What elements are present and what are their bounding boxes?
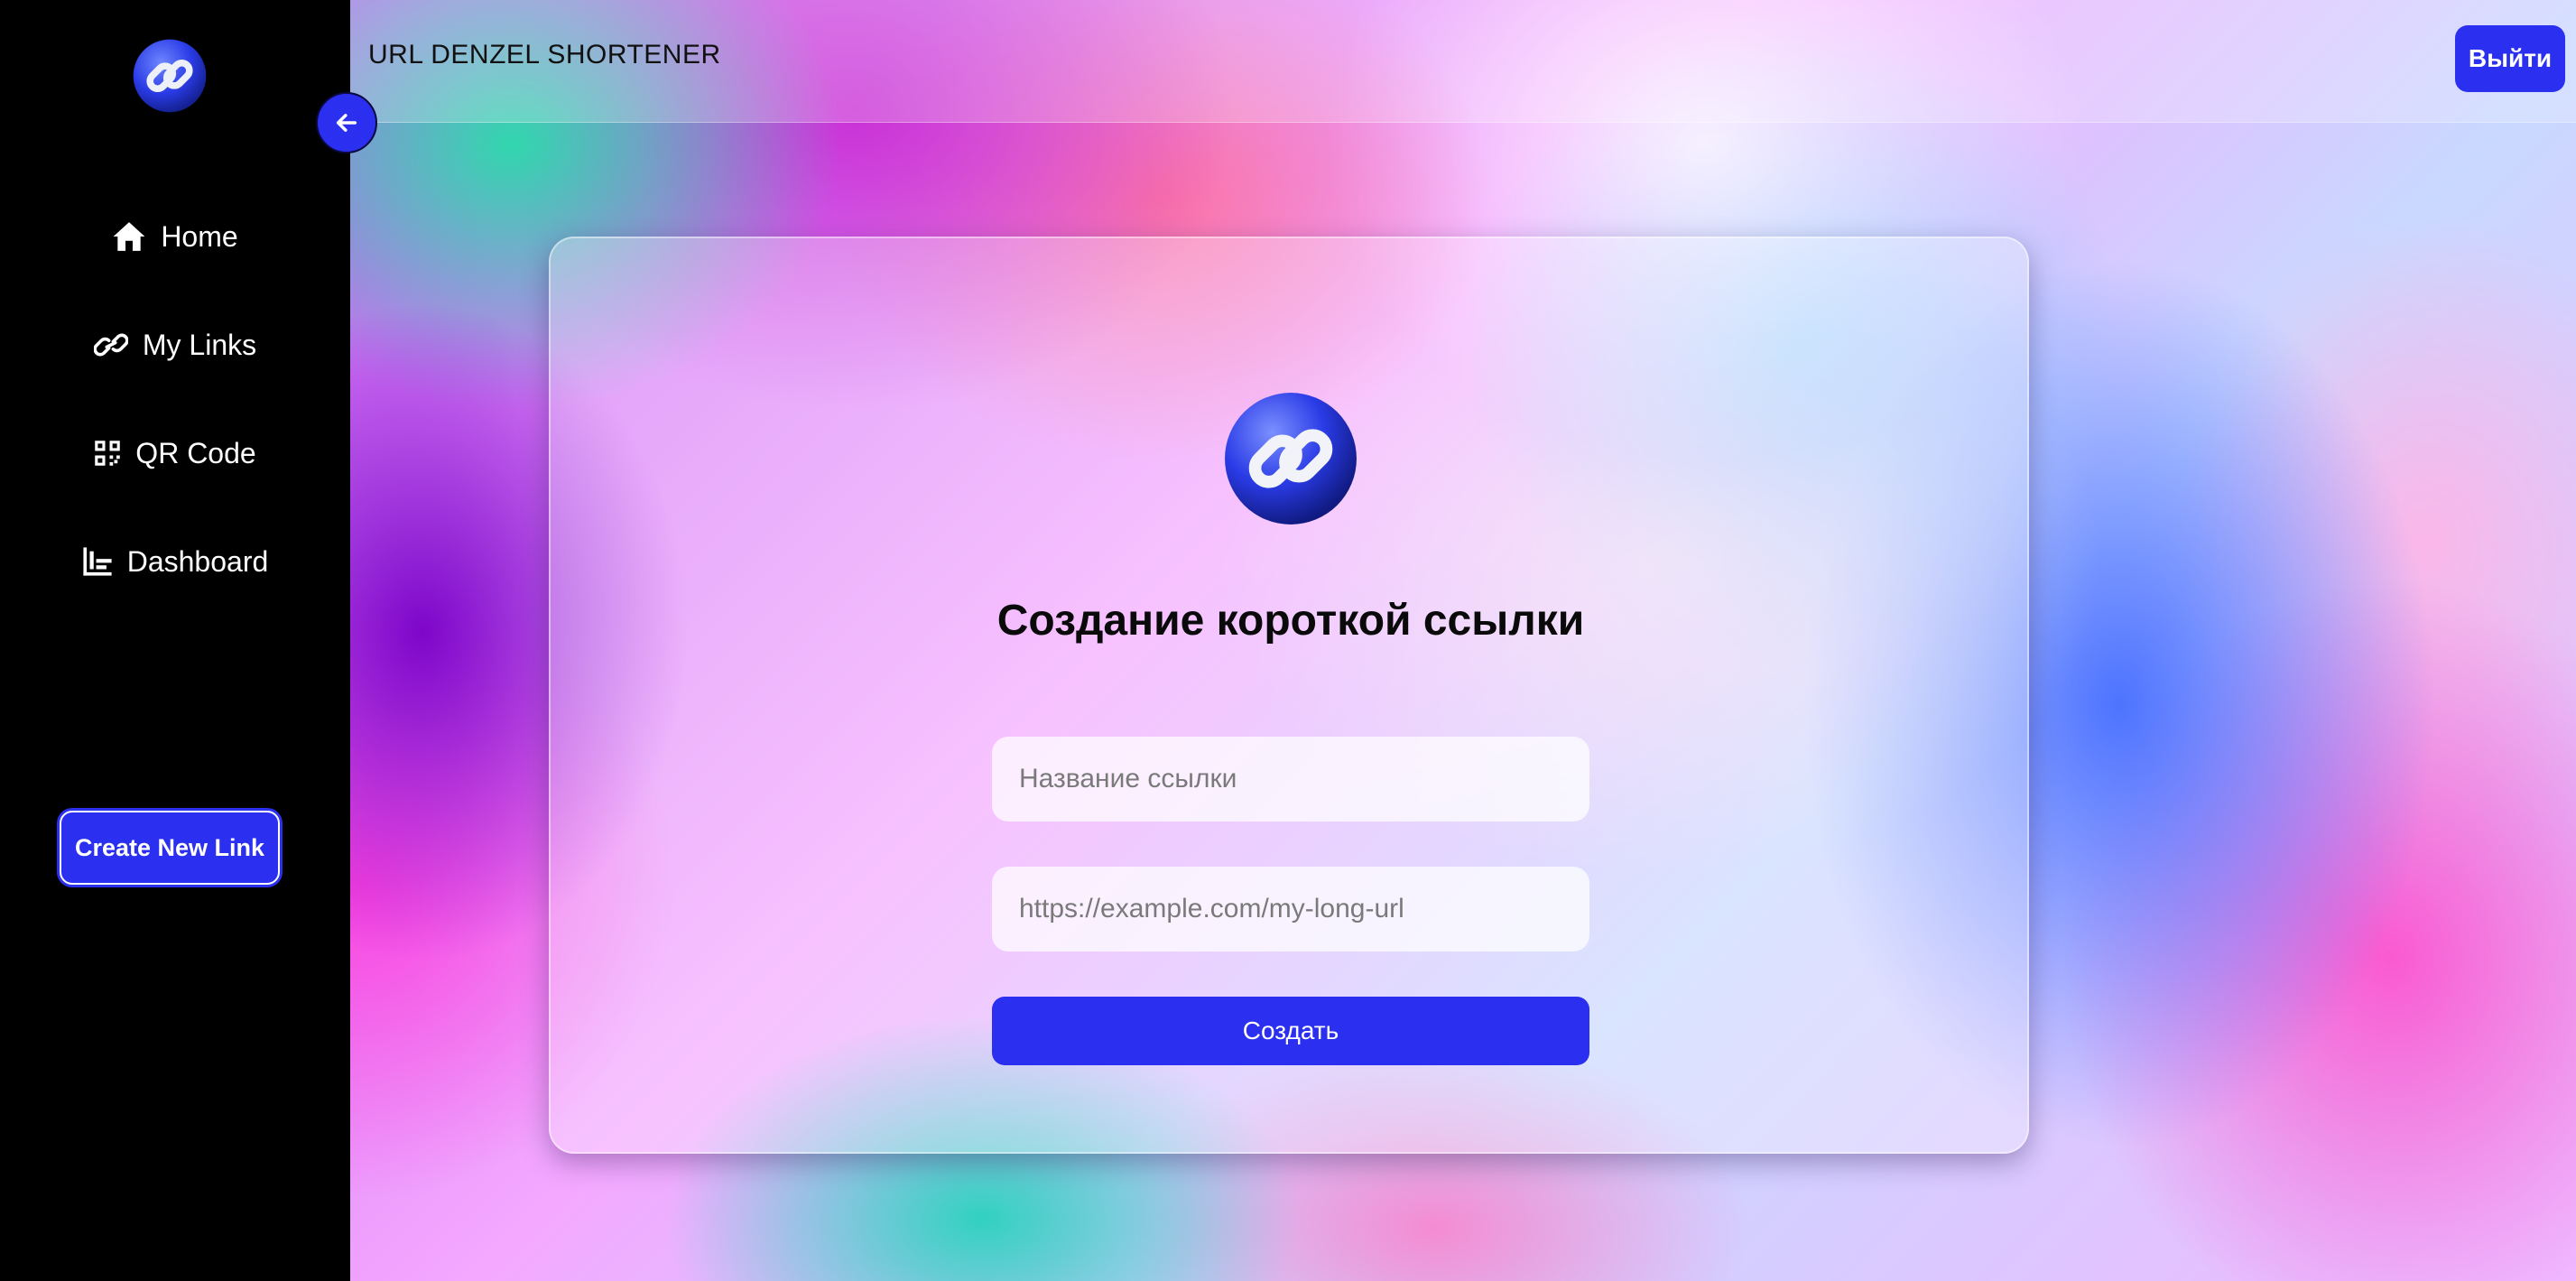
sidebar-item-dashboard[interactable]: Dashboard	[0, 534, 350, 589]
home-icon	[113, 222, 145, 251]
sidebar-item-home[interactable]: Home	[0, 209, 350, 264]
qr-code-icon	[95, 441, 121, 466]
sidebar-item-label: Home	[161, 219, 238, 253]
link-icon	[93, 333, 128, 357]
sidebar-item-label: My Links	[142, 328, 257, 361]
sidebar: Home My Links QR Code Dashboard Create N…	[0, 0, 350, 1281]
sidebar-item-my-links[interactable]: My Links	[0, 318, 350, 372]
collapse-sidebar-button[interactable]	[316, 92, 377, 153]
page-title: Создание короткой ссылки	[996, 597, 1585, 645]
bar-chart-icon	[83, 547, 112, 576]
sidebar-item-label: QR Code	[135, 436, 256, 469]
sidebar-item-qr-code[interactable]: QR Code	[0, 426, 350, 480]
top-bar: URL DENZEL SHORTENER Выйти	[350, 0, 2576, 123]
link-name-input[interactable]	[992, 737, 1589, 822]
create-button[interactable]: Создать	[992, 997, 1589, 1065]
create-link-card: Создание короткой ссылки Создать	[549, 237, 2029, 1154]
long-url-input[interactable]	[992, 867, 1589, 951]
chain-link-icon	[1222, 390, 1359, 527]
sidebar-item-label: Dashboard	[126, 544, 269, 578]
logout-button[interactable]: Выйти	[2455, 25, 2565, 92]
chain-link-icon[interactable]	[132, 38, 208, 114]
arrow-left-icon	[336, 114, 357, 132]
app-title: URL DENZEL SHORTENER	[368, 40, 721, 70]
create-new-link-button[interactable]: Create New Link	[60, 811, 280, 885]
